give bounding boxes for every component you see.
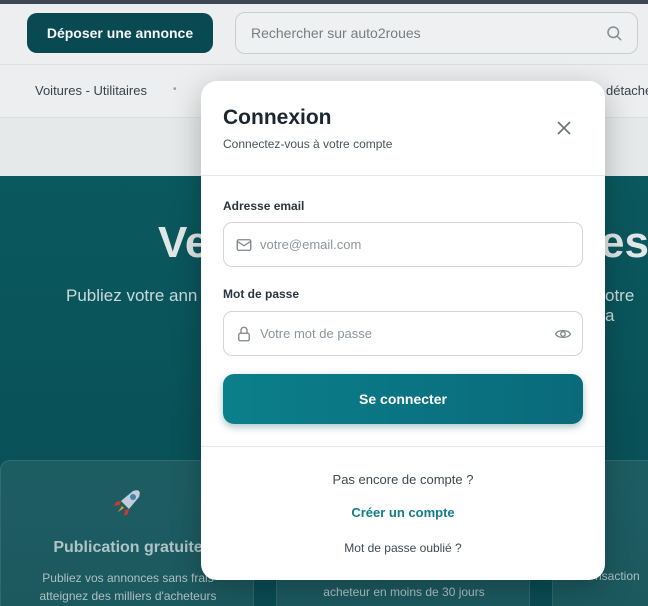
email-label: Adresse email (223, 199, 305, 213)
lock-icon (238, 326, 250, 342)
modal-subtitle: Connectez-vous à votre compte (223, 137, 393, 151)
modal-footer: Pas encore de compte ? Créer un compte M… (201, 446, 605, 580)
close-icon[interactable] (553, 117, 575, 139)
password-label: Mot de passe (223, 287, 300, 301)
mail-icon (236, 239, 252, 251)
no-account-text: Pas encore de compte ? (332, 472, 474, 487)
password-input[interactable] (224, 312, 582, 355)
password-field[interactable] (223, 311, 583, 356)
eye-icon[interactable] (554, 325, 572, 343)
email-field[interactable] (223, 222, 583, 267)
email-input[interactable] (224, 223, 582, 266)
create-account-link[interactable]: Créer un compte (201, 505, 605, 520)
login-modal: Connexion Connectez-vous à votre compte … (201, 81, 605, 580)
modal-header: Connexion Connectez-vous à votre compte (201, 81, 605, 176)
login-button[interactable]: Se connecter (223, 374, 583, 424)
forgot-password-link[interactable]: Mot de passe oublié ? (201, 541, 605, 555)
modal-title: Connexion (223, 106, 332, 129)
